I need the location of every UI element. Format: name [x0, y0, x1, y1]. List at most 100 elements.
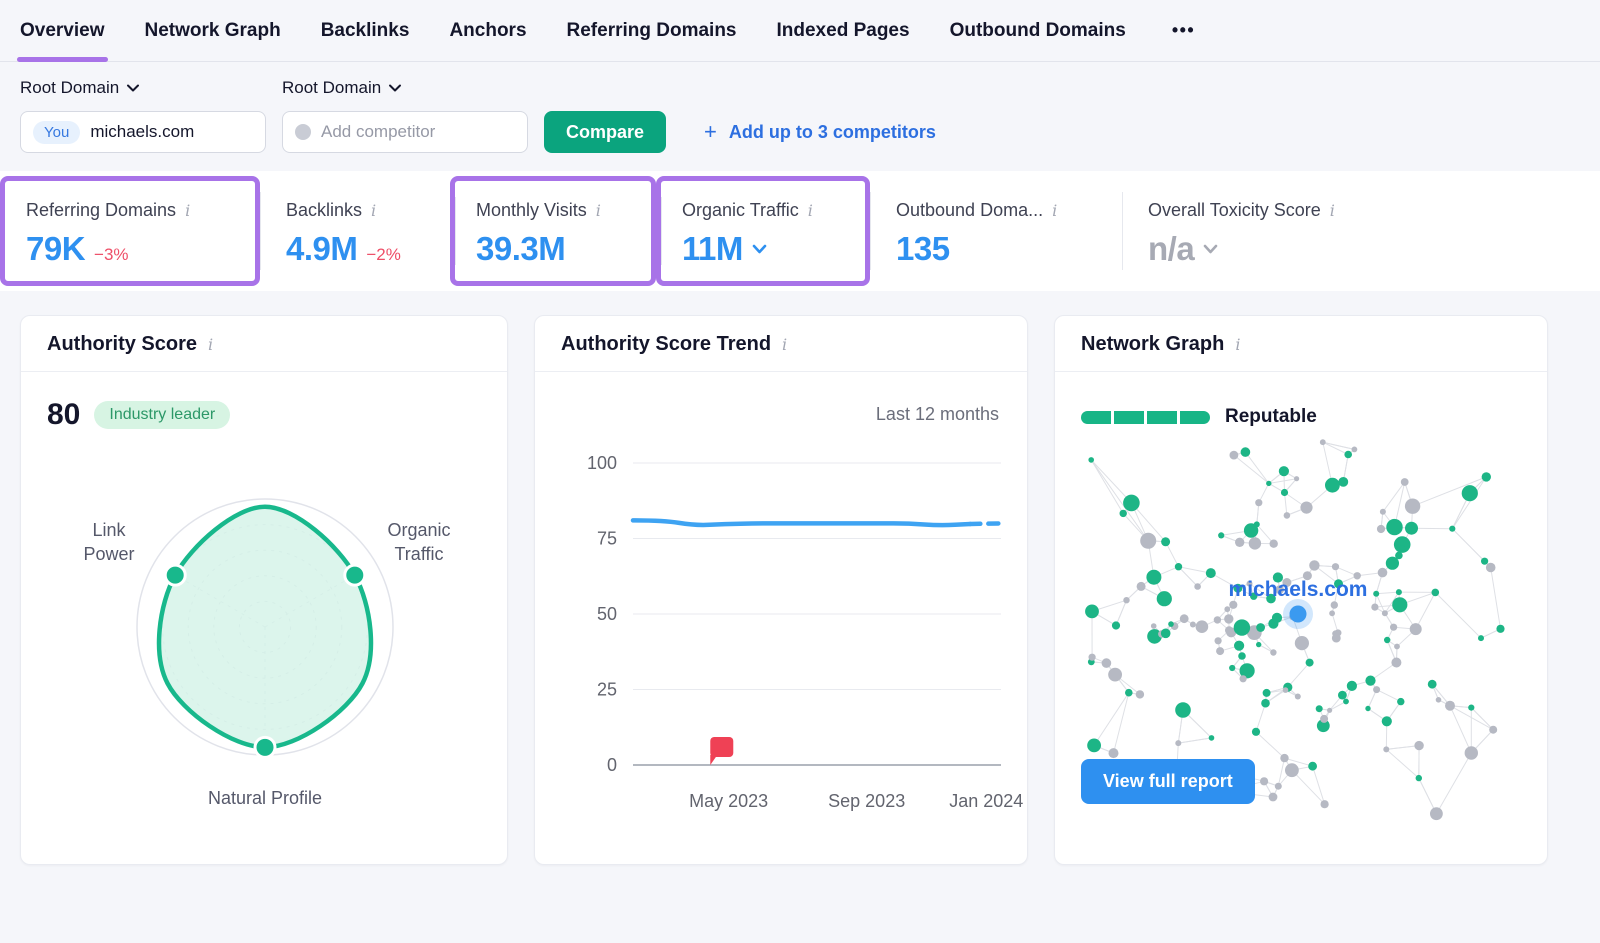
metric-value-row: 4.9M−2% — [286, 230, 424, 268]
network-node — [1112, 621, 1120, 629]
network-node — [1214, 616, 1221, 623]
network-node — [1196, 620, 1209, 633]
network-node — [1123, 597, 1129, 603]
competitor-input[interactable] — [321, 122, 515, 142]
metric-delta: −2% — [366, 245, 401, 265]
info-icon[interactable]: i — [371, 203, 376, 219]
chevron-down-icon — [389, 84, 401, 92]
info-icon[interactable]: i — [596, 203, 601, 219]
tab-anchors[interactable]: Anchors — [449, 0, 526, 61]
card-title: Network Graph — [1081, 333, 1224, 356]
tab-outbound-domains[interactable]: Outbound Domains — [950, 0, 1126, 61]
network-node — [1088, 457, 1094, 463]
main-domain-field: Root Domain You michaels.com — [20, 78, 266, 153]
network-node — [1428, 680, 1437, 689]
network-node — [1108, 668, 1122, 682]
network-node — [1394, 644, 1400, 650]
compare-button[interactable]: Compare — [544, 111, 666, 153]
info-icon[interactable]: i — [208, 337, 213, 353]
metric-backlinks: Backlinksi4.9M−2% — [260, 176, 450, 286]
network-node — [1216, 647, 1224, 655]
network-node — [1449, 526, 1455, 532]
scope-selector-competitor[interactable]: Root Domain — [282, 78, 528, 98]
network-node — [1270, 649, 1276, 655]
network-node — [1430, 807, 1443, 820]
info-icon[interactable]: i — [1235, 337, 1240, 353]
tab-overview[interactable]: Overview — [20, 0, 105, 61]
network-node — [1270, 540, 1278, 548]
network-node — [1263, 689, 1271, 697]
top-nav: Overview Network Graph Backlinks Anchors Ref… — [0, 0, 1600, 62]
meter-segment — [1114, 411, 1144, 424]
chevron-down-icon[interactable] — [752, 244, 767, 254]
network-node — [1281, 489, 1288, 496]
authority-score-trend-card: Authority Score Trend i Last 12 months 0… — [534, 315, 1028, 865]
network-node — [1405, 522, 1418, 535]
info-icon[interactable]: i — [782, 337, 787, 353]
authority-score-card: Authority Score i 80 Industry leader Lin… — [20, 315, 508, 865]
network-node — [1316, 705, 1323, 712]
network-node — [1136, 690, 1144, 698]
trend-y-tick: 50 — [597, 604, 617, 624]
network-node — [1206, 568, 1216, 578]
network-node — [1338, 691, 1347, 700]
chevron-down-icon[interactable] — [1203, 244, 1218, 254]
network-node — [1234, 641, 1244, 651]
network-node — [1365, 706, 1370, 711]
info-icon[interactable]: i — [1330, 203, 1335, 219]
network-node — [1269, 793, 1278, 802]
network-node — [1391, 658, 1401, 668]
plus-icon: + — [704, 121, 717, 143]
main-domain-input[interactable]: You michaels.com — [20, 111, 266, 153]
network-node — [1384, 637, 1390, 643]
network-node — [1309, 560, 1319, 570]
network-node — [1254, 521, 1260, 527]
network-node — [1436, 697, 1442, 703]
network-node — [1405, 499, 1420, 514]
info-icon[interactable]: i — [1052, 203, 1057, 219]
range-label: Last 12 months — [563, 404, 999, 425]
network-node — [1087, 739, 1101, 753]
view-full-report-button[interactable]: View full report — [1081, 759, 1255, 804]
meter-segment — [1180, 411, 1210, 424]
network-node — [1486, 563, 1496, 573]
network-node — [1300, 502, 1312, 514]
tab-referring-domains[interactable]: Referring Domains — [567, 0, 737, 61]
metric-referring-domains: Referring Domainsi79K−3% — [0, 176, 260, 286]
scope-selector-main[interactable]: Root Domain — [20, 78, 266, 98]
network-node — [1462, 485, 1478, 501]
network-node — [1224, 606, 1230, 612]
metric-value: 79K — [26, 230, 85, 268]
network-node — [1279, 466, 1289, 476]
network-node — [1343, 699, 1349, 705]
metric-value-row: 39.3M — [476, 230, 630, 268]
metric-value-row: 11M — [682, 230, 844, 268]
network-node — [1383, 746, 1389, 752]
network-graph-card: Network Graph i Reputable michaels.com V… — [1054, 315, 1548, 865]
you-badge: You — [33, 121, 80, 144]
metric-monthly-visits: Monthly Visitsi39.3M — [450, 176, 656, 286]
trend-x-tick: Jan 2024 — [949, 791, 1023, 811]
add-competitors-link[interactable]: + Add up to 3 competitors — [704, 121, 936, 143]
radar-axis-dot — [255, 737, 275, 757]
network-node — [1249, 537, 1261, 549]
network-node — [1382, 610, 1388, 616]
info-icon[interactable]: i — [185, 203, 190, 219]
tab-backlinks[interactable]: Backlinks — [321, 0, 410, 61]
scope-label-main: Root Domain — [20, 78, 119, 98]
more-menu-icon[interactable]: ••• — [1166, 16, 1201, 45]
network-node — [1157, 591, 1172, 606]
center-node — [1290, 606, 1307, 623]
trend-x-tick: May 2023 — [689, 791, 768, 811]
network-node — [1175, 563, 1182, 570]
network-node — [1085, 605, 1099, 619]
meter-segment — [1081, 411, 1111, 424]
favicon-placeholder-icon — [295, 124, 311, 140]
network-node — [1260, 777, 1268, 785]
tab-network-graph[interactable]: Network Graph — [145, 0, 281, 61]
info-icon[interactable]: i — [808, 203, 813, 219]
tab-indexed-pages[interactable]: Indexed Pages — [777, 0, 910, 61]
cards-row: Authority Score i 80 Industry leader Lin… — [0, 291, 1600, 865]
trend-y-tick: 25 — [597, 680, 617, 700]
network-node — [1284, 512, 1291, 519]
